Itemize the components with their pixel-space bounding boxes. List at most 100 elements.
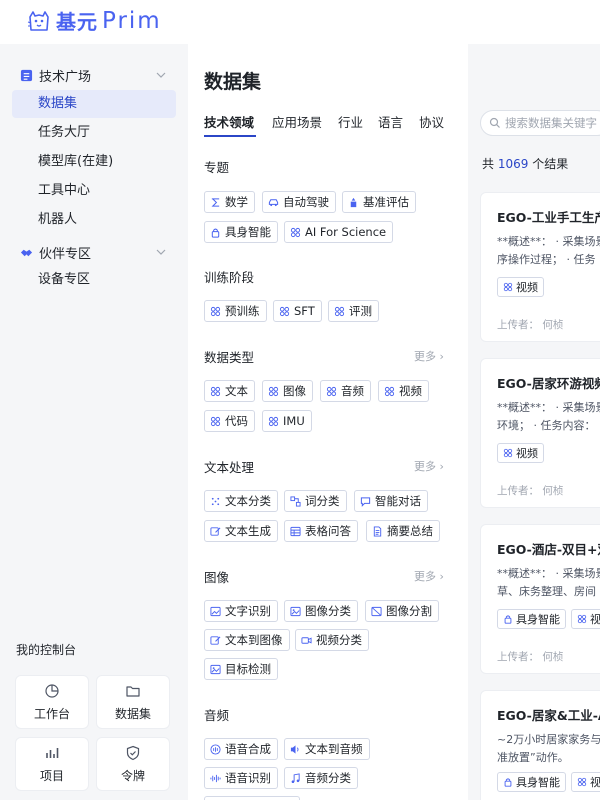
tag-embodied-ai[interactable]: 具身智能 (204, 221, 278, 243)
tag-label: 代码 (225, 414, 248, 428)
brand-logo[interactable]: 基元 Prim (26, 6, 162, 35)
results-number: 1069 (497, 157, 529, 171)
tag-video[interactable]: 视频 (378, 380, 429, 402)
more-link[interactable]: 更多 › (414, 348, 444, 364)
tab-license[interactable]: 协议 (419, 112, 444, 131)
tag-label: 语音识别 (225, 771, 271, 785)
tag-partial[interactable] (204, 796, 300, 800)
result-tag[interactable]: 具身智能 (497, 772, 566, 792)
tag-sft[interactable]: SFT (273, 300, 322, 322)
tag-autonomous-driving[interactable]: 自动驾驶 (262, 191, 336, 213)
sidebar: 技术广场 数据集 任务大厅 模型库(在建) 工具中心 机器人 伙伴专区 设备专区… (0, 44, 188, 800)
chevron-down-icon[interactable] (156, 247, 166, 257)
tag-benchmark[interactable]: 基准评估 (342, 191, 416, 213)
console-label: 令牌 (120, 768, 145, 783)
tag-speech-synthesis[interactable]: 语音合成 (204, 738, 278, 760)
more-link[interactable]: 更多 › (414, 568, 444, 584)
tag-text-classification[interactable]: 文本分类 (204, 490, 278, 512)
search-input[interactable]: 搜索数据集关键字 (480, 110, 600, 136)
console-project-button[interactable]: 项目 (15, 737, 89, 791)
tag-chat[interactable]: 智能对话 (354, 490, 428, 512)
tab-tech-domain[interactable]: 技术领域 (204, 112, 254, 131)
grid-icon (577, 777, 587, 787)
console-token-button[interactable]: 令牌 (96, 737, 170, 791)
result-tag[interactable]: 视频 (497, 443, 544, 463)
result-tag-label: 视频 (590, 613, 600, 626)
grid-icon (334, 306, 345, 316)
tag-label: 音频分类 (305, 771, 351, 785)
chevron-down-icon[interactable] (156, 70, 166, 80)
result-card-uploader: 上传者： 何桢 (497, 319, 564, 331)
result-tag-label: 视频 (516, 281, 538, 294)
tag-image[interactable]: 图像 (262, 380, 313, 402)
sidebar-item-task-hall[interactable]: 任务大厅 (12, 119, 176, 147)
tag-pretrain[interactable]: 预训练 (204, 300, 267, 322)
result-card[interactable]: EGO-酒店-双目+双 **概述**： · 采集场景 草、床务整理、房间 具身智… (480, 524, 600, 674)
result-tag[interactable]: 具身智能 (497, 609, 566, 629)
section-title-topic: 专题 (204, 160, 230, 175)
tag-summarization[interactable]: 摘要总结 (366, 520, 440, 542)
tag-code[interactable]: 代码 (204, 410, 255, 432)
brand-name-en: Prim (102, 7, 162, 34)
tag-video-classification[interactable]: 视频分类 (295, 629, 369, 651)
sidebar-item-model-library[interactable]: 模型库(在建) (12, 148, 176, 176)
tag-label: 文本到图像 (225, 633, 283, 647)
tag-image-classification[interactable]: 图像分类 (284, 600, 358, 622)
sidebar-item-dataset[interactable]: 数据集 (12, 90, 176, 118)
tag-math[interactable]: 数学 (204, 191, 255, 213)
grid-icon (503, 448, 513, 458)
result-card-title: EGO-居家&工业-A (497, 708, 600, 723)
lock-icon (211, 228, 220, 238)
tag-text-to-audio[interactable]: 文本到音频 (284, 738, 370, 760)
result-card-title: EGO-居家环游视频 (497, 376, 600, 391)
tab-language[interactable]: 语言 (378, 112, 403, 131)
console-workbench-button[interactable]: 工作台 (15, 675, 89, 729)
result-card[interactable]: EGO-居家&工业-A ~2万小时居家家务与 准放置”动作。 具身智能 视频 (480, 690, 600, 800)
result-card[interactable]: EGO-工业手工生产 **概述**： · 采集场景 序操作过程； · 任务 视频… (480, 192, 600, 342)
sidebar-group-tech[interactable]: 技术广场 (20, 66, 91, 85)
result-tag[interactable]: 视频 (571, 772, 600, 792)
sidebar-group-partner[interactable]: 伙伴专区 (20, 243, 91, 262)
folder-icon (126, 685, 140, 697)
sidebar-item-device-zone[interactable]: 设备专区 (12, 266, 176, 294)
pie-chart-icon (45, 683, 59, 698)
tag-object-detection[interactable]: 目标检测 (204, 658, 278, 680)
tag-image-segmentation[interactable]: 图像分割 (365, 600, 439, 622)
grid-icon (279, 306, 290, 316)
tag-imu[interactable]: IMU (262, 410, 312, 432)
result-card[interactable]: EGO-居家环游视频 **概述**： · 采集场景 环境； · 任务内容： 视频… (480, 358, 600, 508)
tag-label: 自动驾驶 (283, 195, 329, 209)
tag-text[interactable]: 文本 (204, 380, 255, 402)
section-title-stage: 训练阶段 (204, 270, 255, 285)
tag-evaluation[interactable]: 评测 (328, 300, 379, 322)
result-card-uploader: 上传者： 何桢 (497, 485, 564, 497)
result-tag[interactable]: 视频 (497, 277, 544, 297)
grid-icon (268, 386, 279, 396)
console-label: 项目 (39, 768, 64, 783)
tag-audio-classification[interactable]: 音频分类 (284, 767, 358, 789)
handshake-icon (20, 249, 33, 257)
tag-ai-for-science[interactable]: AI For Science (284, 221, 394, 243)
result-card-title: EGO-工业手工生产 (497, 210, 600, 225)
video-icon (301, 636, 312, 644)
sidebar-item-robot[interactable]: 机器人 (12, 206, 176, 234)
more-link[interactable]: 更多 › (414, 458, 444, 474)
console-dataset-button[interactable]: 数据集 (96, 675, 170, 729)
sidebar-item-tool-center[interactable]: 工具中心 (12, 177, 176, 205)
search-placeholder: 搜索数据集关键字 (505, 116, 597, 130)
tag-text-to-image[interactable]: 文本到图像 (204, 629, 290, 651)
more-label: 更多 (414, 460, 436, 473)
tag-label: IMU (283, 414, 305, 428)
tag-speech-recognition[interactable]: 语音识别 (204, 767, 278, 789)
tag-ocr[interactable]: 文字识别 (204, 600, 278, 622)
tag-audio[interactable]: 音频 (320, 380, 371, 402)
tag-table-qa[interactable]: 表格问答 (284, 520, 358, 542)
tag-text-generation[interactable]: 文本生成 (204, 520, 278, 542)
audio-icon (210, 743, 221, 755)
tab-application[interactable]: 应用场景 (272, 112, 322, 131)
section-title-audio: 音频 (204, 708, 230, 723)
result-tag[interactable]: 视频 (571, 609, 600, 629)
tab-industry[interactable]: 行业 (338, 112, 363, 131)
grid-icon (268, 416, 279, 426)
tag-token-classification[interactable]: 词分类 (284, 490, 347, 512)
